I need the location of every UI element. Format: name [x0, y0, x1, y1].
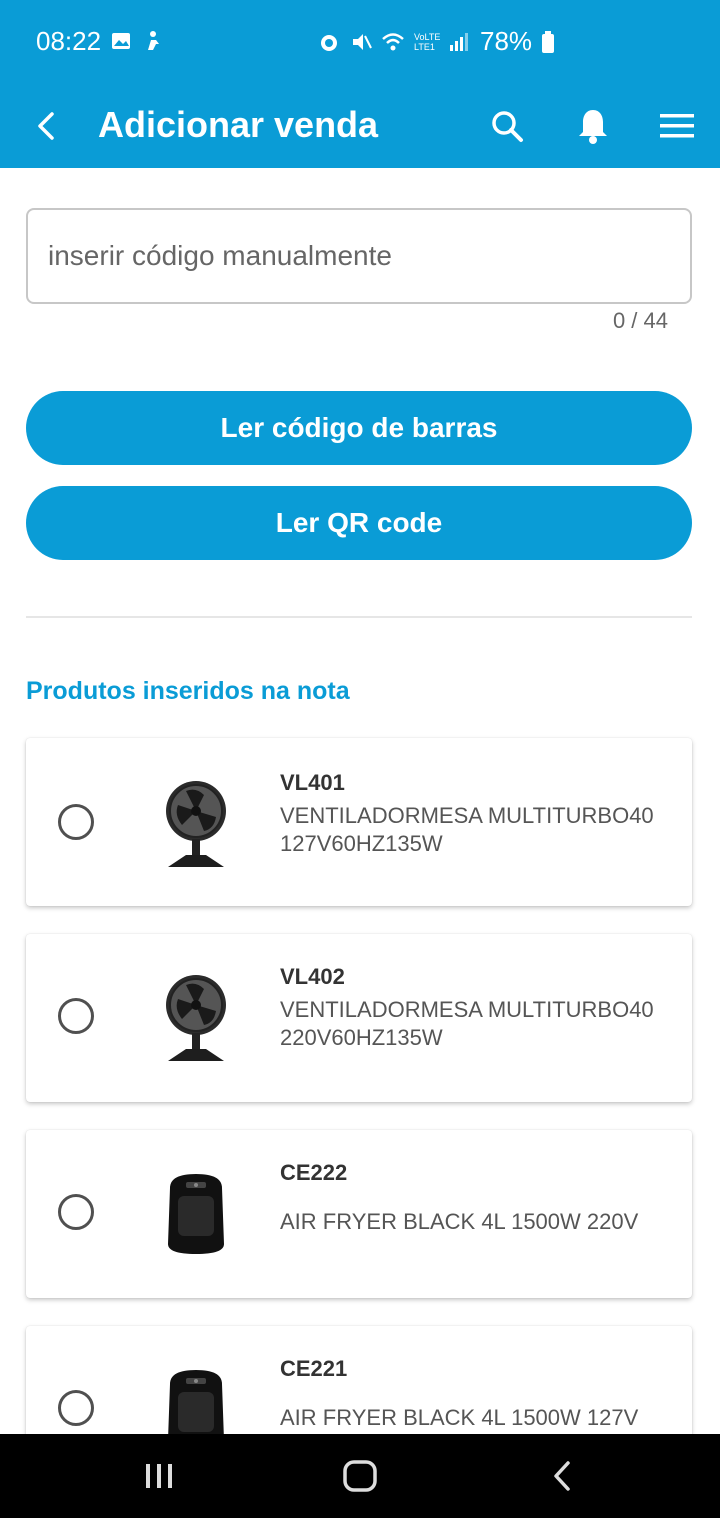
accessibility-icon: [148, 31, 159, 50]
product-select-radio[interactable]: [58, 998, 94, 1034]
product-card[interactable]: CE222 AIR FRYER BLACK 4L 1500W 220V: [26, 1130, 692, 1298]
product-description-line2: 220V60HZ135W: [280, 1025, 443, 1050]
wifi-icon: [382, 32, 404, 50]
fan-icon: [166, 975, 226, 1061]
manual-code-input[interactable]: [26, 208, 692, 304]
product-description-line2: 127V60HZ135W: [280, 831, 443, 856]
scan-qr-code-button[interactable]: Ler QR code: [26, 486, 692, 560]
product-select-radio[interactable]: [58, 1390, 94, 1426]
product-code: CE221: [280, 1356, 348, 1381]
status-system-icons: VoLTE LTE1 78%: [318, 26, 555, 57]
recent-apps-button[interactable]: [129, 1452, 189, 1500]
gallery-icon: [112, 33, 130, 49]
back-button[interactable]: [22, 102, 70, 150]
signal-icon: [450, 32, 468, 51]
search-button[interactable]: [481, 100, 533, 152]
product-card[interactable]: VL401 VENTILADORMESA MULTITURBO40 127V60…: [26, 738, 692, 906]
section-divider: [26, 616, 692, 618]
home-icon: [343, 1460, 377, 1492]
battery-icon: [542, 30, 555, 53]
notifications-button[interactable]: [567, 100, 619, 152]
status-notification-icons: [110, 30, 164, 52]
fan-icon: [166, 781, 226, 867]
status-bar: 08:22 VoLTE LTE1 78%: [0, 0, 720, 84]
mute-icon: [353, 33, 372, 50]
product-code: CE222: [280, 1160, 348, 1185]
alarm-icon: [321, 34, 337, 51]
product-code: VL402: [280, 964, 345, 989]
product-description: VENTILADORMESA MULTITURBO40: [280, 997, 654, 1022]
back-arrow-icon: [554, 1461, 570, 1491]
product-select-radio[interactable]: [58, 804, 94, 840]
product-code: VL401: [280, 770, 345, 795]
status-time: 08:22: [36, 26, 102, 56]
system-back-button[interactable]: [532, 1452, 592, 1500]
system-navigation-bar: [0, 1434, 720, 1518]
battery-percent: 78%: [480, 26, 533, 56]
chevron-left-icon: [38, 112, 54, 140]
product-card[interactable]: VL402 VENTILADORMESA MULTITURBO40 220V60…: [26, 934, 692, 1102]
home-button[interactable]: [330, 1452, 390, 1500]
bell-icon: [579, 110, 607, 144]
scan-barcode-button[interactable]: Ler código de barras: [26, 391, 692, 465]
product-description: AIR FRYER BLACK 4L 1500W 127V: [280, 1405, 639, 1430]
page-title: Adicionar venda: [98, 104, 379, 145]
menu-button[interactable]: [651, 100, 703, 152]
hamburger-menu-icon: [660, 114, 694, 138]
products-section-title: Produtos inseridos na nota: [26, 677, 350, 705]
search-icon: [492, 111, 523, 142]
app-bar: Adicionar venda: [0, 84, 720, 168]
product-select-radio[interactable]: [58, 1194, 94, 1230]
product-description: AIR FRYER BLACK 4L 1500W 220V: [280, 1209, 639, 1234]
recent-apps-icon: [146, 1464, 172, 1488]
air-fryer-icon: [168, 1174, 224, 1254]
product-description: VENTILADORMESA MULTITURBO40: [280, 803, 654, 828]
network-label: VoLTE LTE1: [414, 31, 441, 52]
character-counter: 0 / 44: [612, 308, 668, 333]
